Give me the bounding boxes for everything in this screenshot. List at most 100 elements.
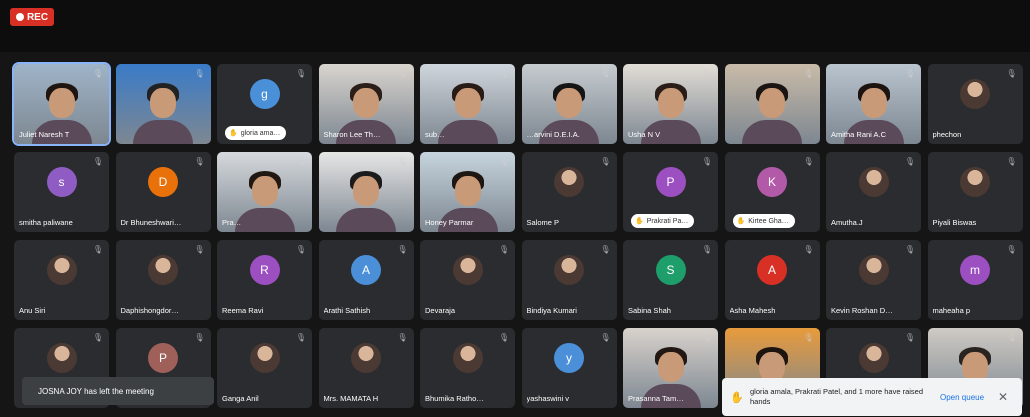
avatar — [858, 167, 889, 198]
avatar — [46, 255, 77, 286]
raised-hand-chip: ✋ gloria ama… — [225, 126, 287, 140]
participant-name: Sharon Lee Th… — [323, 130, 381, 139]
mic-muted-icon: 🎙 — [397, 333, 408, 342]
participant-tile[interactable]: 🎙 Pra… — [217, 152, 312, 232]
participant-avatar: g — [249, 79, 280, 110]
participant-avatar: y — [554, 343, 584, 374]
mic-muted-icon: 🎙 — [498, 245, 509, 254]
participant-tile[interactable]: 🎙 Amutha.J — [826, 152, 921, 232]
participant-avatar: s — [46, 167, 77, 198]
mic-muted-icon: 🎙 — [1006, 333, 1017, 342]
mic-muted-icon: 🎙 — [498, 157, 509, 166]
mic-muted-icon: 🎙 — [1006, 245, 1017, 254]
participant-name: Asha Mahesh — [729, 306, 776, 315]
mic-muted-icon: 🎙 — [904, 245, 915, 254]
participant-avatar: m — [960, 255, 990, 286]
participant-tile[interactable]: 🎙 Honey Parmar — [420, 152, 515, 232]
mic-muted-icon: 🎙 — [498, 333, 509, 342]
participant-tile[interactable]: 🎙 …arvini D.E.I.A. — [521, 64, 617, 144]
participant-name: yashaswini v — [526, 394, 570, 403]
participant-tile[interactable]: 🎙 Bhumika Ratho… — [420, 328, 515, 408]
participant-tile[interactable]: P 🎙 ✋ Prakrati Pa… — [623, 152, 718, 232]
participant-tile[interactable]: 🎙 Prasanna Tam… — [623, 328, 718, 408]
mic-muted-icon: 🎙 — [92, 69, 103, 78]
participant-name: Bhumika Ratho… — [425, 394, 484, 403]
participant-name: Arathi Sathish — [323, 306, 371, 315]
participant-avatar: R — [249, 255, 280, 286]
mic-muted-icon: 🎙 — [803, 69, 814, 78]
avatar — [858, 255, 889, 286]
participant-avatar: S — [655, 255, 686, 286]
mic-muted-icon: 🎙 — [295, 157, 306, 166]
participant-tile[interactable]: 🎙 Devaraja — [420, 240, 515, 320]
mic-muted-icon: 🎙 — [397, 69, 408, 78]
raised-hand-icon: ✋ — [730, 391, 744, 404]
participant-tile[interactable]: 🎙 Kevin Roshan D… — [826, 240, 921, 320]
participant-avatar: P — [148, 343, 178, 374]
participant-tile[interactable]: 🎙 Ganga Anil — [217, 328, 312, 408]
participant-avatar: K — [757, 167, 787, 198]
mic-muted-icon: 🎙 — [397, 245, 408, 254]
participant-tile[interactable]: 🎙 Usha N V — [623, 64, 718, 144]
open-queue-button[interactable]: Open queue — [940, 393, 984, 402]
participant-tile[interactable]: s 🎙 smitha paliwane — [14, 152, 109, 232]
participant-tile[interactable]: 🎙 Salome P — [521, 152, 617, 232]
participant-tile[interactable]: R 🎙 Reema Ravi — [217, 240, 312, 320]
participant-grid: 🎙 Juliet Naresh T 🎙 g 🎙 ✋ gloria ama… 🎙 Sharon L… — [12, 62, 1030, 417]
participant-tile[interactable]: 🎙 sub… — [420, 64, 515, 144]
avatar — [554, 167, 584, 198]
avatar — [452, 343, 483, 374]
mic-muted-icon: 🎙 — [1006, 69, 1017, 78]
participant-tile[interactable]: K 🎙 ✋ Kirtee Gha… — [724, 152, 820, 232]
participant-tile[interactable]: 🎙 Mrs. MAMATA H — [318, 328, 414, 408]
participant-name: maheaha p — [932, 306, 971, 315]
participant-name: Kevin Roshan D… — [831, 306, 893, 315]
participant-tile[interactable]: 🎙 phechon — [927, 64, 1023, 144]
mic-muted-icon: 🎙 — [701, 333, 712, 342]
participant-tile[interactable]: m 🎙 maheaha p — [927, 240, 1023, 320]
participant-tile[interactable]: 🎙 Sharon Lee Th… — [318, 64, 414, 144]
mic-muted-icon: 🎙 — [92, 245, 103, 254]
record-dot-icon — [15, 13, 24, 21]
raised-hands-message: gloria amala, Prakrati Patel, and 1 more… — [750, 387, 924, 406]
raised-hands-notification: ✋ gloria amala, Prakrati Patel, and 1 mo… — [722, 378, 1022, 416]
participant-tile[interactable]: D 🎙 Dr Bhuneshwari… — [115, 152, 211, 232]
participant-avatar: P — [655, 167, 686, 198]
mic-muted-icon: 🎙 — [1006, 157, 1017, 166]
close-notification-button[interactable]: ✕ — [998, 390, 1008, 404]
mic-muted-icon: 🎙 — [904, 333, 915, 342]
participant-tile[interactable]: 🎙 Daphishongdor… — [115, 240, 211, 320]
mic-muted-icon: 🎙 — [397, 157, 408, 166]
mic-muted-icon: 🎙 — [92, 333, 103, 342]
participant-tile[interactable]: 🎙 Juliet Naresh T — [12, 62, 111, 146]
participant-tile[interactable]: 🎙 Amitha Rani A.C — [826, 64, 921, 144]
participant-tile[interactable]: 🎙 Bindiya Kumari — [521, 240, 617, 320]
mic-muted-icon: 🎙 — [600, 333, 611, 342]
raised-hand-name: Kirtee Gha… — [748, 217, 789, 225]
participant-tile[interactable]: 🎙 — [318, 152, 414, 232]
participant-tile[interactable]: 🎙 — [724, 64, 820, 144]
participant-tile[interactable]: 🎙 Piyali Biswas — [927, 152, 1023, 232]
avatar — [858, 343, 889, 374]
participant-tile[interactable]: 🎙 — [115, 64, 211, 144]
participant-name: Devaraja — [425, 306, 456, 315]
participant-tile[interactable]: A 🎙 Arathi Sathish — [318, 240, 414, 320]
mic-muted-icon: 🎙 — [194, 245, 205, 254]
mic-muted-icon: 🎙 — [904, 69, 915, 78]
participant-tile[interactable]: S 🎙 Sabina Shah — [623, 240, 718, 320]
avatar — [249, 343, 280, 374]
participant-tile[interactable]: g 🎙 ✋ gloria ama… — [217, 64, 312, 144]
participant-avatar: A — [757, 255, 787, 286]
participant-name: phechon — [932, 130, 962, 139]
participant-name: Sabina Shah — [628, 306, 671, 315]
mic-muted-icon: 🎙 — [701, 245, 712, 254]
participant-name: Pra… — [222, 218, 242, 227]
participant-tile[interactable]: y 🎙 yashaswini v — [521, 328, 617, 408]
avatar — [148, 255, 178, 286]
participant-tile[interactable]: A 🎙 Asha Mahesh — [724, 240, 820, 320]
mic-muted-icon: 🎙 — [803, 157, 814, 166]
raised-hand-name: gloria ama… — [240, 129, 281, 137]
participant-tile[interactable]: 🎙 Anu Siri — [14, 240, 109, 320]
mic-muted-icon: 🎙 — [600, 157, 611, 166]
participant-name: Prasanna Tam… — [628, 394, 684, 403]
